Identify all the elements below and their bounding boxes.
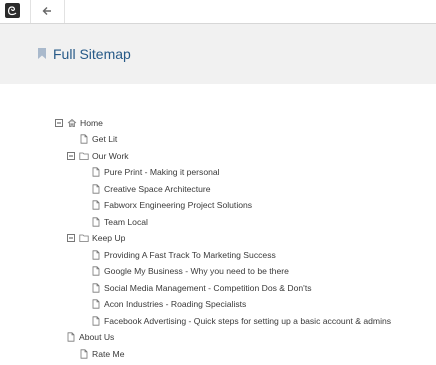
collapse-toggle-icon[interactable]: [55, 119, 63, 127]
tree-node-about-us[interactable]: About Us: [66, 330, 114, 344]
page-icon: [92, 250, 100, 260]
folder-icon: [79, 234, 89, 242]
tree-node-label: Get Lit: [92, 134, 118, 144]
folder-icon: [79, 152, 89, 160]
tree-node-acon-industries[interactable]: Acon Industries - Roading Specialists: [91, 297, 246, 311]
tree-node-pure-print[interactable]: Pure Print - Making it personal: [91, 165, 220, 179]
page-title: Full Sitemap: [53, 46, 131, 62]
bookmark-icon: [38, 48, 46, 59]
tree-node-label: Our Work: [92, 151, 129, 161]
top-toolbar: [0, 0, 436, 24]
tree-node-home[interactable]: Home: [55, 116, 103, 130]
tree-node-social-media[interactable]: Social Media Management - Competition Do…: [91, 281, 312, 295]
tree-node-get-lit[interactable]: Get Lit: [79, 132, 117, 146]
tree-node-label: Fabworx Engineering Project Solutions: [104, 200, 253, 210]
collapse-toggle-icon[interactable]: [67, 234, 75, 242]
page-icon: [92, 167, 100, 177]
page-icon: [92, 200, 100, 210]
tree-node-label: Facebook Advertising - Quick steps for s…: [104, 316, 392, 326]
tree-node-creative-space[interactable]: Creative Space Architecture: [91, 182, 211, 196]
page-icon: [92, 184, 100, 194]
page-icon: [92, 217, 100, 227]
tree-node-facebook-advertising[interactable]: Facebook Advertising - Quick steps for s…: [91, 314, 391, 328]
page-icon: [80, 134, 88, 144]
tree-node-label: Providing A Fast Track To Marketing Succ…: [104, 250, 276, 260]
tree-node-rate-me[interactable]: Rate Me: [79, 347, 124, 361]
tree-node-label: Keep Up: [92, 233, 126, 243]
collapse-toggle-icon[interactable]: [67, 152, 75, 160]
arrow-left-icon: [42, 7, 51, 15]
page-icon: [67, 332, 75, 342]
tree-node-fabworx[interactable]: Fabworx Engineering Project Solutions: [91, 198, 252, 212]
tree-node-label: Pure Print - Making it personal: [104, 167, 220, 177]
tree-node-our-work[interactable]: Our Work: [67, 149, 129, 163]
page-icon: [80, 349, 88, 359]
page-icon: [92, 266, 100, 276]
tree-node-fast-track[interactable]: Providing A Fast Track To Marketing Succ…: [91, 248, 276, 262]
tree-node-keep-up[interactable]: Keep Up: [67, 231, 125, 245]
tree-node-label: Acon Industries - Roading Specialists: [104, 299, 247, 309]
tree-node-google-my-business[interactable]: Google My Business - Why you need to be …: [91, 264, 289, 278]
page-icon: [92, 299, 100, 309]
toolbar-divider: [64, 0, 65, 23]
home-icon: [67, 118, 77, 127]
tree-node-label: Social Media Management - Competition Do…: [104, 283, 312, 293]
tree-node-label: About Us: [79, 332, 115, 342]
tree-node-label: Google My Business - Why you need to be …: [104, 266, 289, 276]
tree-node-label: Team Local: [104, 217, 148, 227]
tree-node-label: Creative Space Architecture: [104, 184, 211, 194]
page-icon: [92, 316, 100, 326]
tree-node-team-local[interactable]: Team Local: [91, 215, 148, 229]
back-button[interactable]: [31, 0, 64, 23]
concrete-cms-logo-icon[interactable]: [5, 3, 20, 18]
tree-node-label: Rate Me: [92, 349, 125, 359]
tree-node-label: Home: [80, 118, 103, 128]
page-icon: [92, 283, 100, 293]
